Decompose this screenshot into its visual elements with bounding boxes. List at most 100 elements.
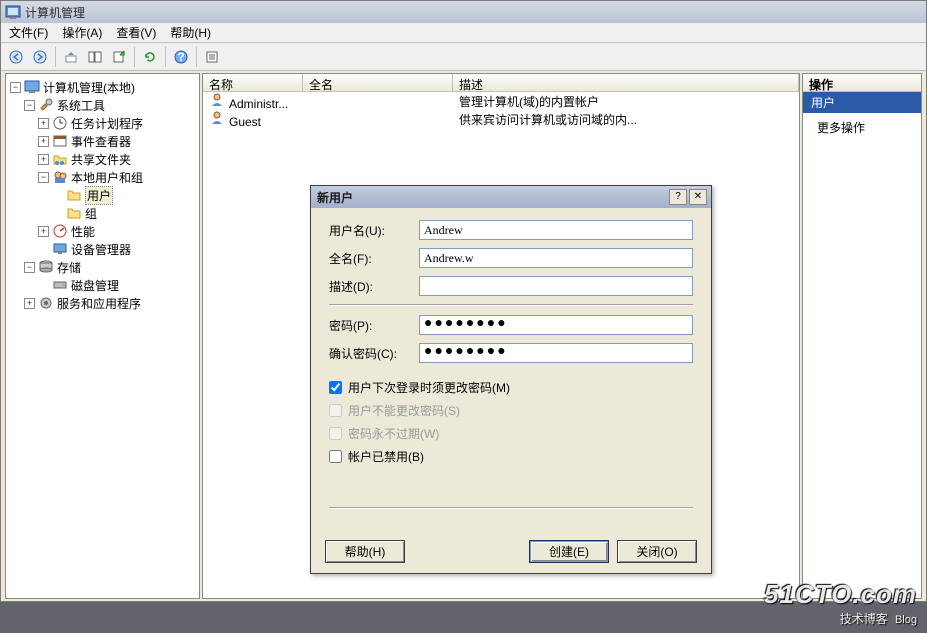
menu-bar: 文件(F) 操作(A) 查看(V) 帮助(H) [1, 23, 926, 43]
fullname-label: 全名(F): [329, 250, 419, 267]
dialog-body: 用户名(U): 全名(F): 描述(D): 密码(P): ●●●●●●●● 确认… [311, 208, 711, 530]
new-user-dialog: 新用户 ? ✕ 用户名(U): 全名(F): 描述(D): 密码(P): ●●●… [310, 185, 712, 574]
actions-more[interactable]: 更多操作 [803, 113, 921, 142]
collapse-icon[interactable]: − [24, 262, 35, 273]
expand-icon[interactable]: + [24, 298, 35, 309]
help-button[interactable]: ? [170, 46, 192, 68]
menu-file[interactable]: 文件(F) [9, 24, 48, 41]
checkbox-icon [329, 427, 342, 440]
password-input[interactable]: ●●●●●●●● [419, 315, 693, 335]
actions-context: 用户 [803, 92, 921, 113]
computer-icon [24, 79, 40, 95]
list-row[interactable]: Administr... 管理计算机(域)的内置帐户 [203, 92, 799, 110]
properties-button[interactable] [201, 46, 223, 68]
menu-view[interactable]: 查看(V) [116, 24, 156, 41]
checkbox-icon[interactable] [329, 381, 342, 394]
col-fullname[interactable]: 全名 [303, 74, 453, 91]
show-hide-button[interactable] [84, 46, 106, 68]
storage-icon [38, 259, 54, 275]
expand-icon[interactable]: + [38, 226, 49, 237]
tools-icon [38, 97, 54, 113]
separator [329, 304, 693, 305]
fullname-input[interactable] [419, 248, 693, 268]
collapse-icon[interactable]: − [24, 100, 35, 111]
dialog-title: 新用户 [315, 189, 667, 206]
toolbar: ? [1, 43, 926, 71]
refresh-button[interactable] [139, 46, 161, 68]
tree-local-users-groups[interactable]: −本地用户和组 [38, 168, 199, 186]
menu-help[interactable]: 帮助(H) [170, 24, 211, 41]
tree-performance[interactable]: +性能 [38, 222, 199, 240]
back-button[interactable] [5, 46, 27, 68]
username-input[interactable] [419, 220, 693, 240]
tree-device-manager[interactable]: 设备管理器 [38, 240, 199, 258]
up-button[interactable] [60, 46, 82, 68]
tree-storage[interactable]: −存储 [24, 258, 199, 276]
toolbar-separator [55, 47, 56, 67]
tree-groups[interactable]: 组 [52, 204, 199, 222]
actions-header: 操作 [803, 74, 921, 92]
col-description[interactable]: 描述 [453, 74, 799, 91]
cb-account-disabled[interactable]: 帐户已禁用(B) [329, 448, 693, 465]
watermark-sub: 技术博客 Blog [764, 610, 917, 627]
services-icon [38, 295, 54, 311]
toolbar-separator [196, 47, 197, 67]
shared-folder-icon [52, 151, 68, 167]
app-icon [5, 4, 21, 20]
description-label: 描述(D): [329, 278, 419, 295]
dialog-close-button[interactable]: ✕ [689, 189, 707, 205]
expand-icon[interactable]: + [38, 136, 49, 147]
toolbar-separator [165, 47, 166, 67]
cb-never-expire: 密码永不过期(W) [329, 425, 693, 442]
titlebar: 计算机管理 [1, 1, 926, 23]
tree-users[interactable]: 用户 [52, 186, 199, 204]
menu-action[interactable]: 操作(A) [62, 24, 102, 41]
disk-icon [52, 277, 68, 293]
list-row[interactable]: Guest 供来宾访问计算机或访问域的内... [203, 110, 799, 128]
checkbox-icon [329, 404, 342, 417]
expand-icon[interactable]: + [38, 154, 49, 165]
expand-icon[interactable]: + [38, 118, 49, 129]
collapse-icon[interactable]: − [38, 172, 49, 183]
separator [329, 507, 693, 508]
checkbox-icon[interactable] [329, 450, 342, 463]
description-input[interactable] [419, 276, 693, 296]
cb-must-change[interactable]: 用户下次登录时须更改密码(M) [329, 379, 693, 396]
tree-task-scheduler[interactable]: +任务计划程序 [38, 114, 199, 132]
username-label: 用户名(U): [329, 222, 419, 239]
tree-event-viewer[interactable]: +事件查看器 [38, 132, 199, 150]
event-icon [52, 133, 68, 149]
forward-button[interactable] [29, 46, 51, 68]
confirm-password-input[interactable]: ●●●●●●●● [419, 343, 693, 363]
user-icon [209, 92, 225, 108]
tree-disk-management[interactable]: 磁盘管理 [38, 276, 199, 294]
column-headers: 名称 全名 描述 [203, 74, 799, 92]
window-title: 计算机管理 [25, 4, 85, 21]
folder-icon [66, 187, 82, 203]
collapse-icon[interactable]: − [10, 82, 21, 93]
export-button[interactable] [108, 46, 130, 68]
user-icon [209, 110, 225, 126]
tree-system-tools[interactable]: − 系统工具 [24, 96, 199, 114]
help-button[interactable]: 帮助(H) [325, 540, 405, 563]
watermark-main: 51CTO.com [764, 579, 917, 610]
confirm-password-label: 确认密码(C): [329, 345, 419, 362]
tree-root[interactable]: − 计算机管理(本地) [10, 78, 199, 96]
col-name[interactable]: 名称 [203, 74, 303, 91]
toolbar-separator [134, 47, 135, 67]
create-button[interactable]: 创建(E) [529, 540, 609, 563]
close-button[interactable]: 关闭(O) [617, 540, 697, 563]
dialog-help-button[interactable]: ? [669, 189, 687, 205]
tree-services-apps[interactable]: +服务和应用程序 [24, 294, 199, 312]
clock-icon [52, 115, 68, 131]
watermark: 51CTO.com 技术博客 Blog [764, 579, 917, 627]
tree-pane: − 计算机管理(本地) − 系统工具 +任务计划程序 +事件查看器 +共享文件夹… [5, 73, 200, 599]
svg-text:?: ? [177, 50, 184, 64]
performance-icon [52, 223, 68, 239]
password-label: 密码(P): [329, 317, 419, 334]
users-group-icon [52, 169, 68, 185]
folder-icon [66, 205, 82, 221]
actions-pane: 操作 用户 更多操作 [802, 73, 922, 599]
cb-cannot-change: 用户不能更改密码(S) [329, 402, 693, 419]
tree-shared-folders[interactable]: +共享文件夹 [38, 150, 199, 168]
